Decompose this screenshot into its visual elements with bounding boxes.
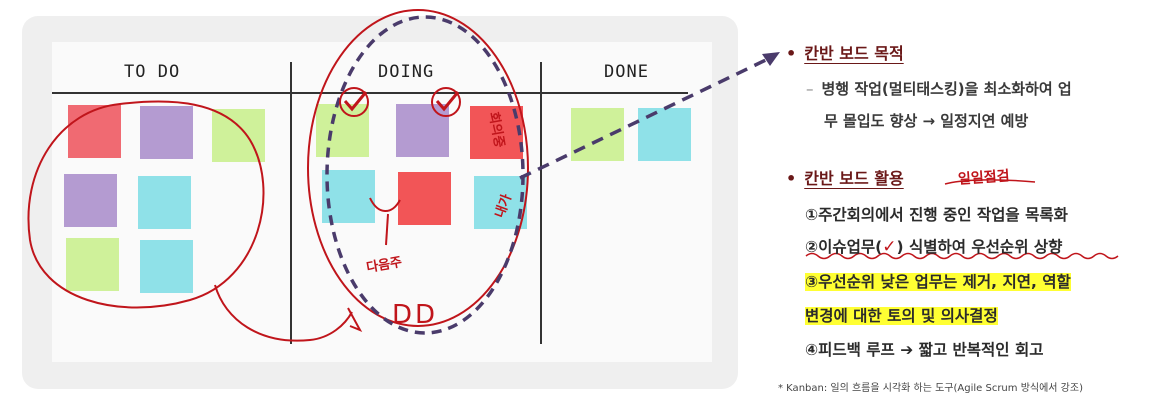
purpose-line-1: – 병행 작업(멀티태스킹)을 최소화하여 업	[806, 78, 1072, 99]
usage-item-4: ④피드백 루프 ➔ 짧고 반복적인 회고	[805, 341, 1044, 359]
checkmark-icon	[343, 91, 368, 112]
purpose-line-2: 무 몰입도 향상 → 일정지연 예방	[824, 112, 1029, 130]
checkmark-icon: ✓	[882, 237, 897, 257]
bullet-title: 칸반 보드 활용	[804, 169, 904, 188]
usage-item-3-line1: ③우선순위 낮은 업무는 제거, 지연, 역할	[805, 273, 1071, 291]
bullet-purpose: • 칸반 보드 목적	[786, 40, 904, 64]
bullet-usage: • 칸반 보드 활용	[786, 165, 904, 189]
dash-icon: –	[806, 80, 814, 98]
footnote: * Kanban: 일의 흐름을 시각화 하는 도구(Agile Scrum 방…	[778, 383, 1083, 394]
connector-stroke	[214, 284, 353, 342]
purpose-text-1: 병행 작업(멀티태스킹)을 최소화하여 업	[821, 80, 1072, 98]
usage-item-2-end: ) 식별하여 우선순위 상향	[896, 238, 1063, 256]
usage-item-3: ③우선순위 낮은 업무는 제거, 지연, 역할	[805, 270, 1071, 292]
bullet-dot: •	[786, 44, 797, 63]
usage-item-2-start: ②이슈업무(	[805, 238, 883, 256]
bracket-stroke	[369, 197, 401, 212]
arrow-line	[519, 56, 771, 180]
arrow-icon	[762, 52, 780, 66]
tick-stroke	[347, 307, 363, 332]
pointer-stroke	[385, 213, 389, 246]
todo-circle	[27, 100, 265, 309]
checkmark-icon	[435, 91, 460, 112]
doing-circle	[307, 9, 529, 327]
doing-dashed-circle	[325, 15, 525, 335]
usage-item-3b: 변경에 대한 토의 및 의사결정	[805, 304, 998, 326]
bullet-title: 칸반 보드 목적	[804, 44, 904, 63]
usage-item-1: ①주간회의에서 진행 중인 작업을 목록화	[805, 206, 1068, 224]
handwritten-deadline: DD	[392, 300, 439, 330]
usage-item-3-line2: 변경에 대한 토의 및 의사결정	[805, 307, 998, 325]
handwritten-daily-check: 일일점검	[957, 168, 1011, 188]
usage-item-2: ②이슈업무(✓) 식별하여 우선순위 상향	[805, 235, 1062, 257]
bullet-dot: •	[786, 169, 797, 188]
